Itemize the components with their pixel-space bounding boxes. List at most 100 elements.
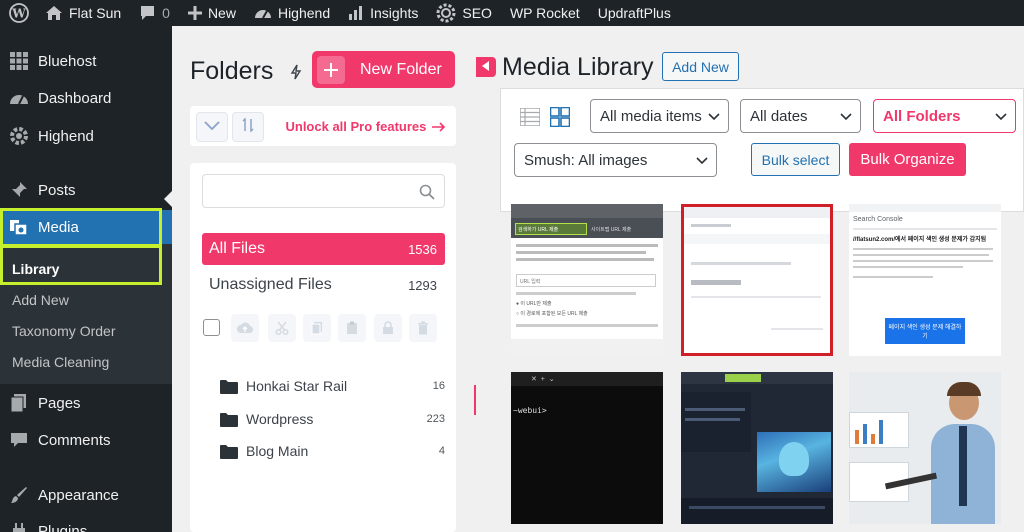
lock-icon[interactable] [374,314,402,342]
comment-bubble-icon [139,5,156,21]
thumb-option-label: 이 경로에 포함된 모든 URL 제출 [520,311,588,317]
new-folder-button[interactable]: New Folder [312,51,455,88]
submenu-item-taxonomy-order[interactable]: Taxonomy Order [12,323,115,339]
all-files-count: 1536 [408,241,437,257]
brush-icon [8,484,30,506]
media-type-filter[interactable]: All media items [590,99,729,133]
thumb-input: URL 입력 [516,274,656,287]
smush-filter[interactable]: Smush: All images [514,143,717,177]
add-new-media-button[interactable]: Add New [662,52,739,81]
updraftplus-link[interactable]: UpdraftPlus [589,0,680,26]
thumb-text-line [685,418,740,421]
sort-arrows-icon [242,116,254,137]
folder-count: 223 [426,413,445,425]
new-content-link[interactable]: New [179,0,245,26]
sidebar-item-plugins[interactable]: Plugins [0,514,172,532]
thumb-footer [511,339,663,356]
thumb-headline: //flatsun2.com/에서 페이지 색인 생성 문제가 감지됨 [853,237,987,243]
site-name-label: Flat Sun [69,5,122,21]
media-type-value: All media items [600,107,702,125]
thumb-tab-active: 검색하기 URL 제출 [515,223,587,235]
page-icon [8,392,30,414]
media-library-main: Media Library Add New All media items Al… [476,26,1024,532]
submenu-item-media-cleaning[interactable]: Media Cleaning [12,354,109,370]
sort-folders-button[interactable] [232,112,264,142]
plus-icon [187,6,202,20]
collapse-folders-button[interactable] [196,112,228,142]
insights-link[interactable]: Insights [339,0,427,26]
seo-gear-icon [436,3,456,23]
seo-link[interactable]: SEO [427,0,501,26]
site-name-link[interactable]: Flat Sun [36,0,130,26]
all-files-item[interactable]: All Files 1536 [202,233,445,265]
sidebar-item-posts[interactable]: Posts [0,173,172,207]
folder-filter-value: All Folders [883,107,961,125]
thumb-option-label: 이 URL만 제출 [520,301,552,307]
thumb-address-bar [684,207,830,218]
thumb-timeline-track [689,506,825,509]
folder-item[interactable]: Blog Main 4 [220,440,445,462]
thumb-bar [871,434,875,444]
comment-icon [8,429,30,451]
bulk-organize-button[interactable]: Bulk Organize [849,143,966,176]
trash-icon[interactable] [409,314,437,342]
pin-icon [8,179,30,201]
submenu-item-library[interactable]: Library [12,261,59,277]
media-thumbnail[interactable] [681,372,833,524]
sidebar-item-highend[interactable]: Highend [0,119,172,153]
wordpress-logo-icon[interactable]: W [2,0,36,26]
comments-link[interactable]: 0 [130,0,179,26]
date-filter[interactable]: All dates [740,99,861,133]
collapse-folders-tab[interactable] [476,57,496,77]
media-thumbnail[interactable]: Search Console //flatsun2.com/에서 페이지 색인 … [849,204,1001,356]
chevron-down-icon [204,118,220,136]
bulk-select-button[interactable]: Bulk select [751,143,840,176]
paste-icon[interactable] [338,314,366,342]
upload-icon[interactable] [231,314,259,342]
media-filter-bar: All media items All dates All Folders Sm… [500,88,1024,212]
wp-rocket-link[interactable]: WP Rocket [501,0,589,26]
sidebar-item-pages[interactable]: Pages [0,386,172,420]
thumb-text-line [516,258,654,261]
sidebar-item-dashboard[interactable]: Dashboard [0,81,172,115]
folder-search-field[interactable] [202,174,445,208]
select-all-folders-checkbox[interactable] [203,319,220,336]
folder-filter[interactable]: All Folders [873,99,1016,133]
sidebar-item-bluehost[interactable]: Bluehost [0,44,172,78]
sidebar-item-appearance[interactable]: Appearance [0,478,172,512]
media-submenu: Library Add New Taxonomy Order Media Cle… [0,244,172,384]
folder-count: 4 [438,445,445,457]
cut-icon[interactable] [268,314,296,342]
bar-chart-icon [348,5,364,21]
sidebar-item-label: Bluehost [38,52,97,70]
media-thumbnail-selected[interactable] [681,204,833,356]
grid-view-icon[interactable] [549,106,571,128]
list-view-icon[interactable] [519,106,541,128]
thumb-artwork-figure [779,442,809,476]
unassigned-files-item[interactable]: Unassigned Files 1293 [202,272,445,298]
thumb-timeline [681,498,833,524]
folder-search-input[interactable] [203,175,444,207]
sidebar-item-comments[interactable]: Comments [0,423,172,457]
submenu-item-add-new[interactable]: Add New [12,292,69,308]
media-thumbnail[interactable]: ✕ + ⌄ ~webui> [511,372,663,524]
unlock-pro-link[interactable]: Unlock all Pro features [285,119,446,134]
folder-item[interactable]: Honkai Star Rail 16 [220,375,445,397]
sidebar-item-media[interactable]: Media [0,210,172,244]
folders-title: Folders [190,57,274,85]
highend-link[interactable]: Highend [245,0,339,26]
folder-name: Blog Main [246,443,309,459]
thumb-text-line [853,260,993,262]
folder-item[interactable]: Wordpress 223 [220,408,445,430]
thumb-text-line [853,254,989,256]
thumb-text-line [516,251,646,254]
unassigned-files-count: 1293 [408,277,437,293]
sidebar-item-label: Comments [38,431,111,449]
folders-panel: Folders New Folder Unlock all Pro featur… [172,26,474,532]
media-thumbnail[interactable]: 검색하기 URL 제출 사이트맵 URL 제출 URL 입력 ● 이 URL만 … [511,204,663,356]
copy-icon[interactable] [303,314,331,342]
folder-bulk-actions [202,311,445,343]
lightning-icon[interactable] [290,64,302,85]
caret-left-icon [482,58,490,76]
media-thumbnail[interactable] [849,372,1001,524]
